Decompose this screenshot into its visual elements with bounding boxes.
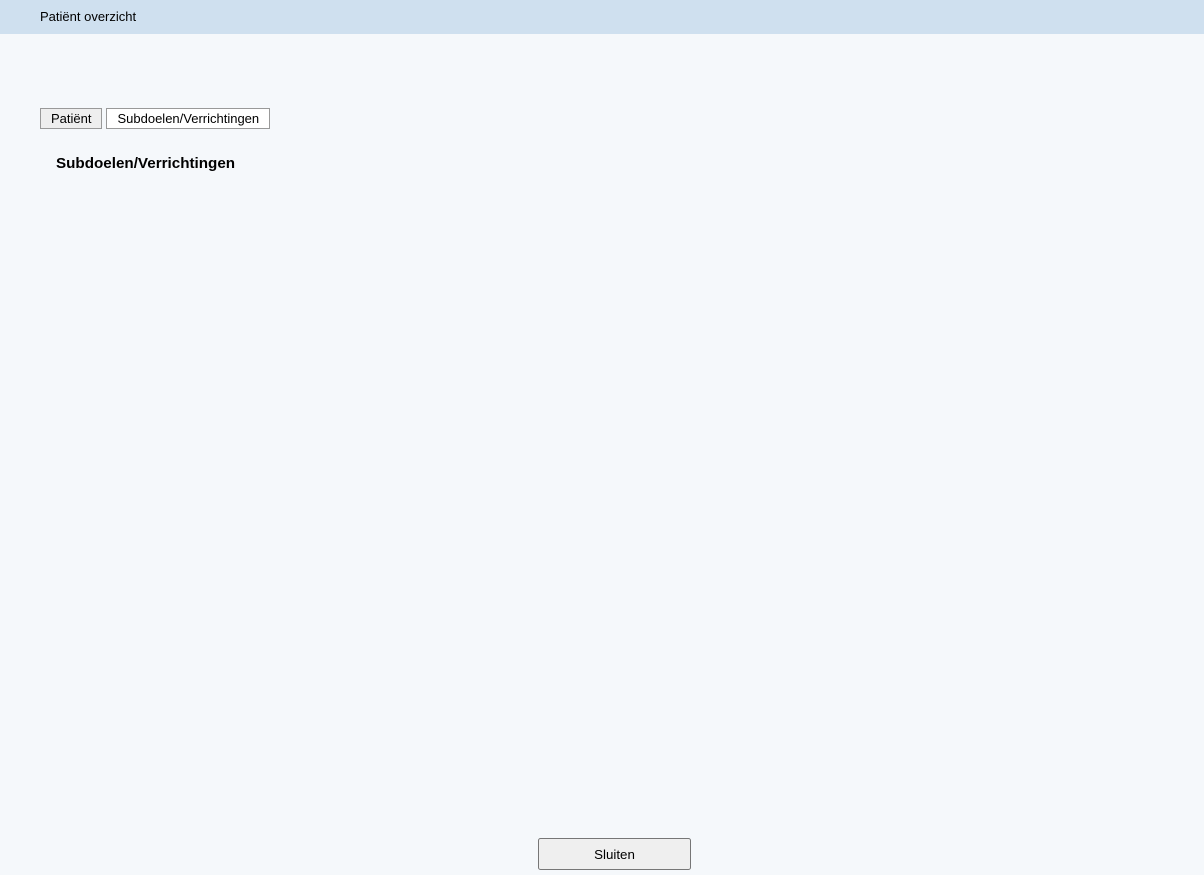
tab-bar: Patiënt Subdoelen/Verrichtingen — [40, 108, 271, 129]
window-title: Patiënt overzicht — [0, 0, 1204, 34]
section-title: Subdoelen/Verrichtingen — [56, 155, 236, 173]
tab-patient[interactable]: Patiënt — [40, 108, 103, 129]
tab-subdoelen[interactable]: Subdoelen/Verrichtingen — [106, 108, 271, 129]
close-button[interactable]: Sluiten — [538, 838, 691, 870]
